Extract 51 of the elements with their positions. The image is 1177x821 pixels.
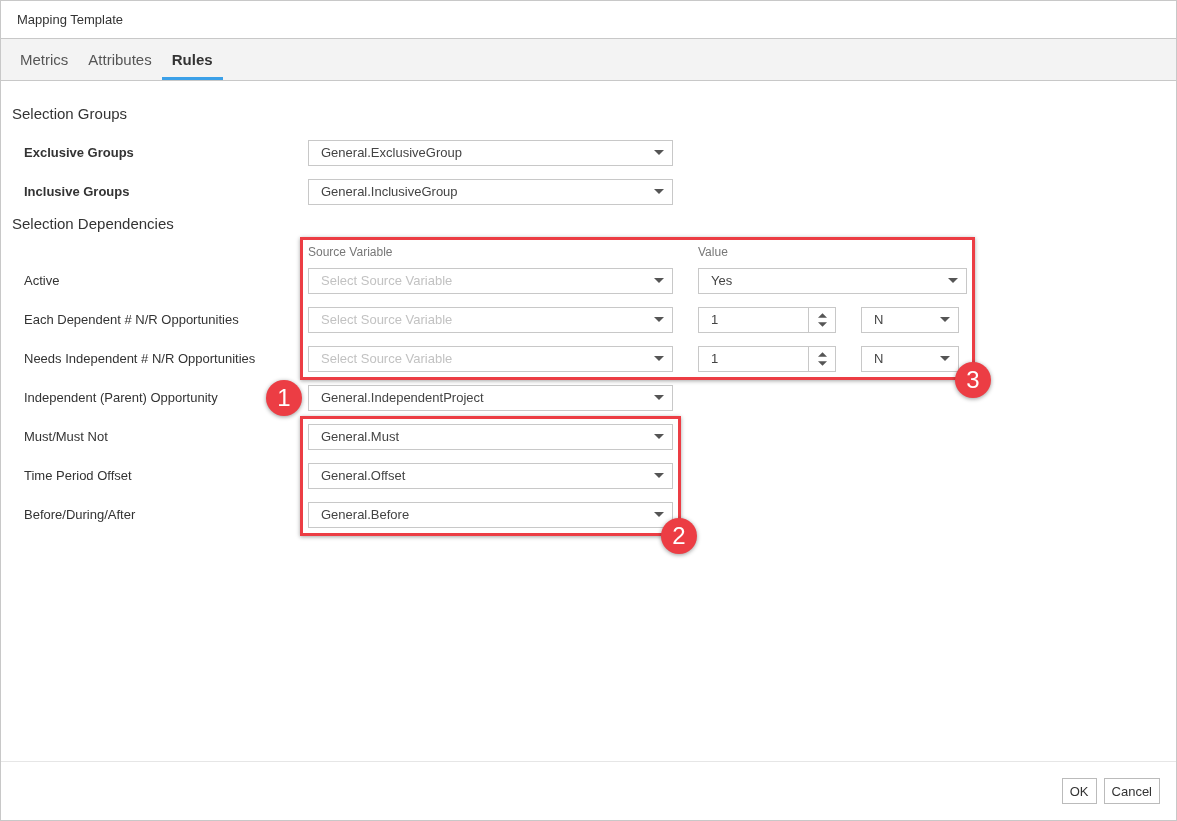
caret-icon [654, 473, 664, 478]
number-input[interactable]: 1 [698, 306, 809, 333]
column-header: Value [698, 245, 728, 259]
tab[interactable]: Rules [161, 51, 223, 80]
field-label: Each Dependent # N/R Opportunities [24, 312, 239, 327]
field-label: Exclusive Groups [24, 145, 134, 160]
column-header: Source Variable [308, 245, 394, 259]
caret-icon [654, 356, 664, 361]
dropdown[interactable]: N [861, 345, 959, 372]
tab[interactable]: Metrics [10, 51, 79, 80]
caret-icon [940, 356, 950, 361]
window-title: Mapping Template [17, 12, 123, 27]
up-arrow-icon [817, 351, 827, 357]
spin-buttons[interactable] [809, 306, 836, 333]
dropdown[interactable]: General.Must [308, 423, 673, 450]
tab[interactable]: Attributes [78, 51, 162, 80]
dropdown[interactable]: Yes [698, 267, 967, 294]
field-label: Inclusive Groups [24, 184, 130, 199]
field-label: Needs Independent # N/R Opportunities [24, 351, 256, 366]
dialog-button[interactable]: Cancel [1103, 778, 1160, 804]
field-label: Independent (Parent) Opportunity [24, 390, 218, 405]
caret-icon [654, 434, 664, 439]
callout-badge: 3 [955, 361, 991, 398]
section-title: Selection Dependencies [12, 215, 175, 234]
field-label: Before/During/After [24, 507, 136, 522]
down-arrow-icon [817, 360, 827, 366]
caret-icon [654, 278, 664, 283]
dropdown[interactable]: N [861, 306, 959, 333]
section-title: Selection Groups [12, 105, 129, 124]
dropdown[interactable]: General.IndependentProject [308, 384, 673, 411]
dialog-button[interactable]: OK [1061, 778, 1097, 804]
caret-icon [654, 512, 664, 517]
field-label: Active [24, 273, 60, 288]
callout-badge: 2 [661, 517, 697, 554]
dropdown[interactable]: General.InclusiveGroup [308, 178, 673, 205]
dropdown[interactable]: General.Before [308, 501, 673, 528]
down-arrow-icon [817, 321, 827, 327]
caret-icon [654, 150, 664, 155]
dropdown[interactable]: General.ExclusiveGroup [308, 139, 673, 166]
spin-buttons[interactable] [809, 345, 836, 372]
caret-icon [654, 317, 664, 322]
caret-icon [940, 317, 950, 322]
up-arrow-icon [817, 312, 827, 318]
caret-icon [654, 395, 664, 400]
caret-icon [654, 189, 664, 194]
field-label: Time Period Offset [24, 468, 132, 483]
number-input[interactable]: 1 [698, 345, 809, 372]
callout-badge: 1 [266, 379, 302, 416]
caret-icon [948, 278, 958, 283]
field-label: Must/Must Not [24, 429, 108, 444]
dropdown[interactable]: General.Offset [308, 462, 673, 489]
